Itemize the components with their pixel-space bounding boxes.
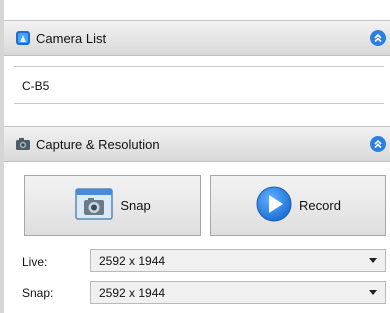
snap-resolution-value: 2592 x 1944: [99, 285, 166, 300]
camera-list-title: Camera List: [36, 30, 107, 46]
camera-icon: [14, 135, 32, 153]
snap-resolution-select[interactable]: 2592 x 1944: [90, 281, 386, 304]
divider: [14, 103, 384, 104]
collapse-icon[interactable]: [370, 136, 386, 152]
dropdown-arrow-icon: [369, 258, 377, 263]
camera-list-header[interactable]: Camera List: [4, 20, 390, 56]
camera-list-item[interactable]: C-B5: [22, 79, 49, 93]
camera-list-icon: [14, 29, 32, 47]
capture-resolution-header[interactable]: Capture & Resolution: [4, 126, 390, 162]
snap-button[interactable]: Snap: [24, 175, 201, 236]
snap-button-label: Snap: [120, 198, 151, 213]
capture-resolution-title: Capture & Resolution: [36, 136, 160, 152]
dropdown-arrow-icon: [369, 290, 377, 295]
snap-resolution-label: Snap:: [22, 286, 54, 300]
collapse-icon[interactable]: [370, 30, 386, 46]
snap-camera-icon: [74, 186, 114, 225]
play-icon: [255, 185, 293, 226]
record-button-label: Record: [299, 198, 341, 213]
live-resolution-value: 2592 x 1944: [99, 253, 166, 268]
camera-control-pane: Camera List C-B5 Capture & Resolution Sn…: [0, 0, 390, 313]
live-resolution-select[interactable]: 2592 x 1944: [90, 249, 386, 272]
record-button[interactable]: Record: [210, 175, 386, 236]
live-resolution-label: Live:: [22, 255, 48, 269]
divider: [14, 66, 384, 67]
